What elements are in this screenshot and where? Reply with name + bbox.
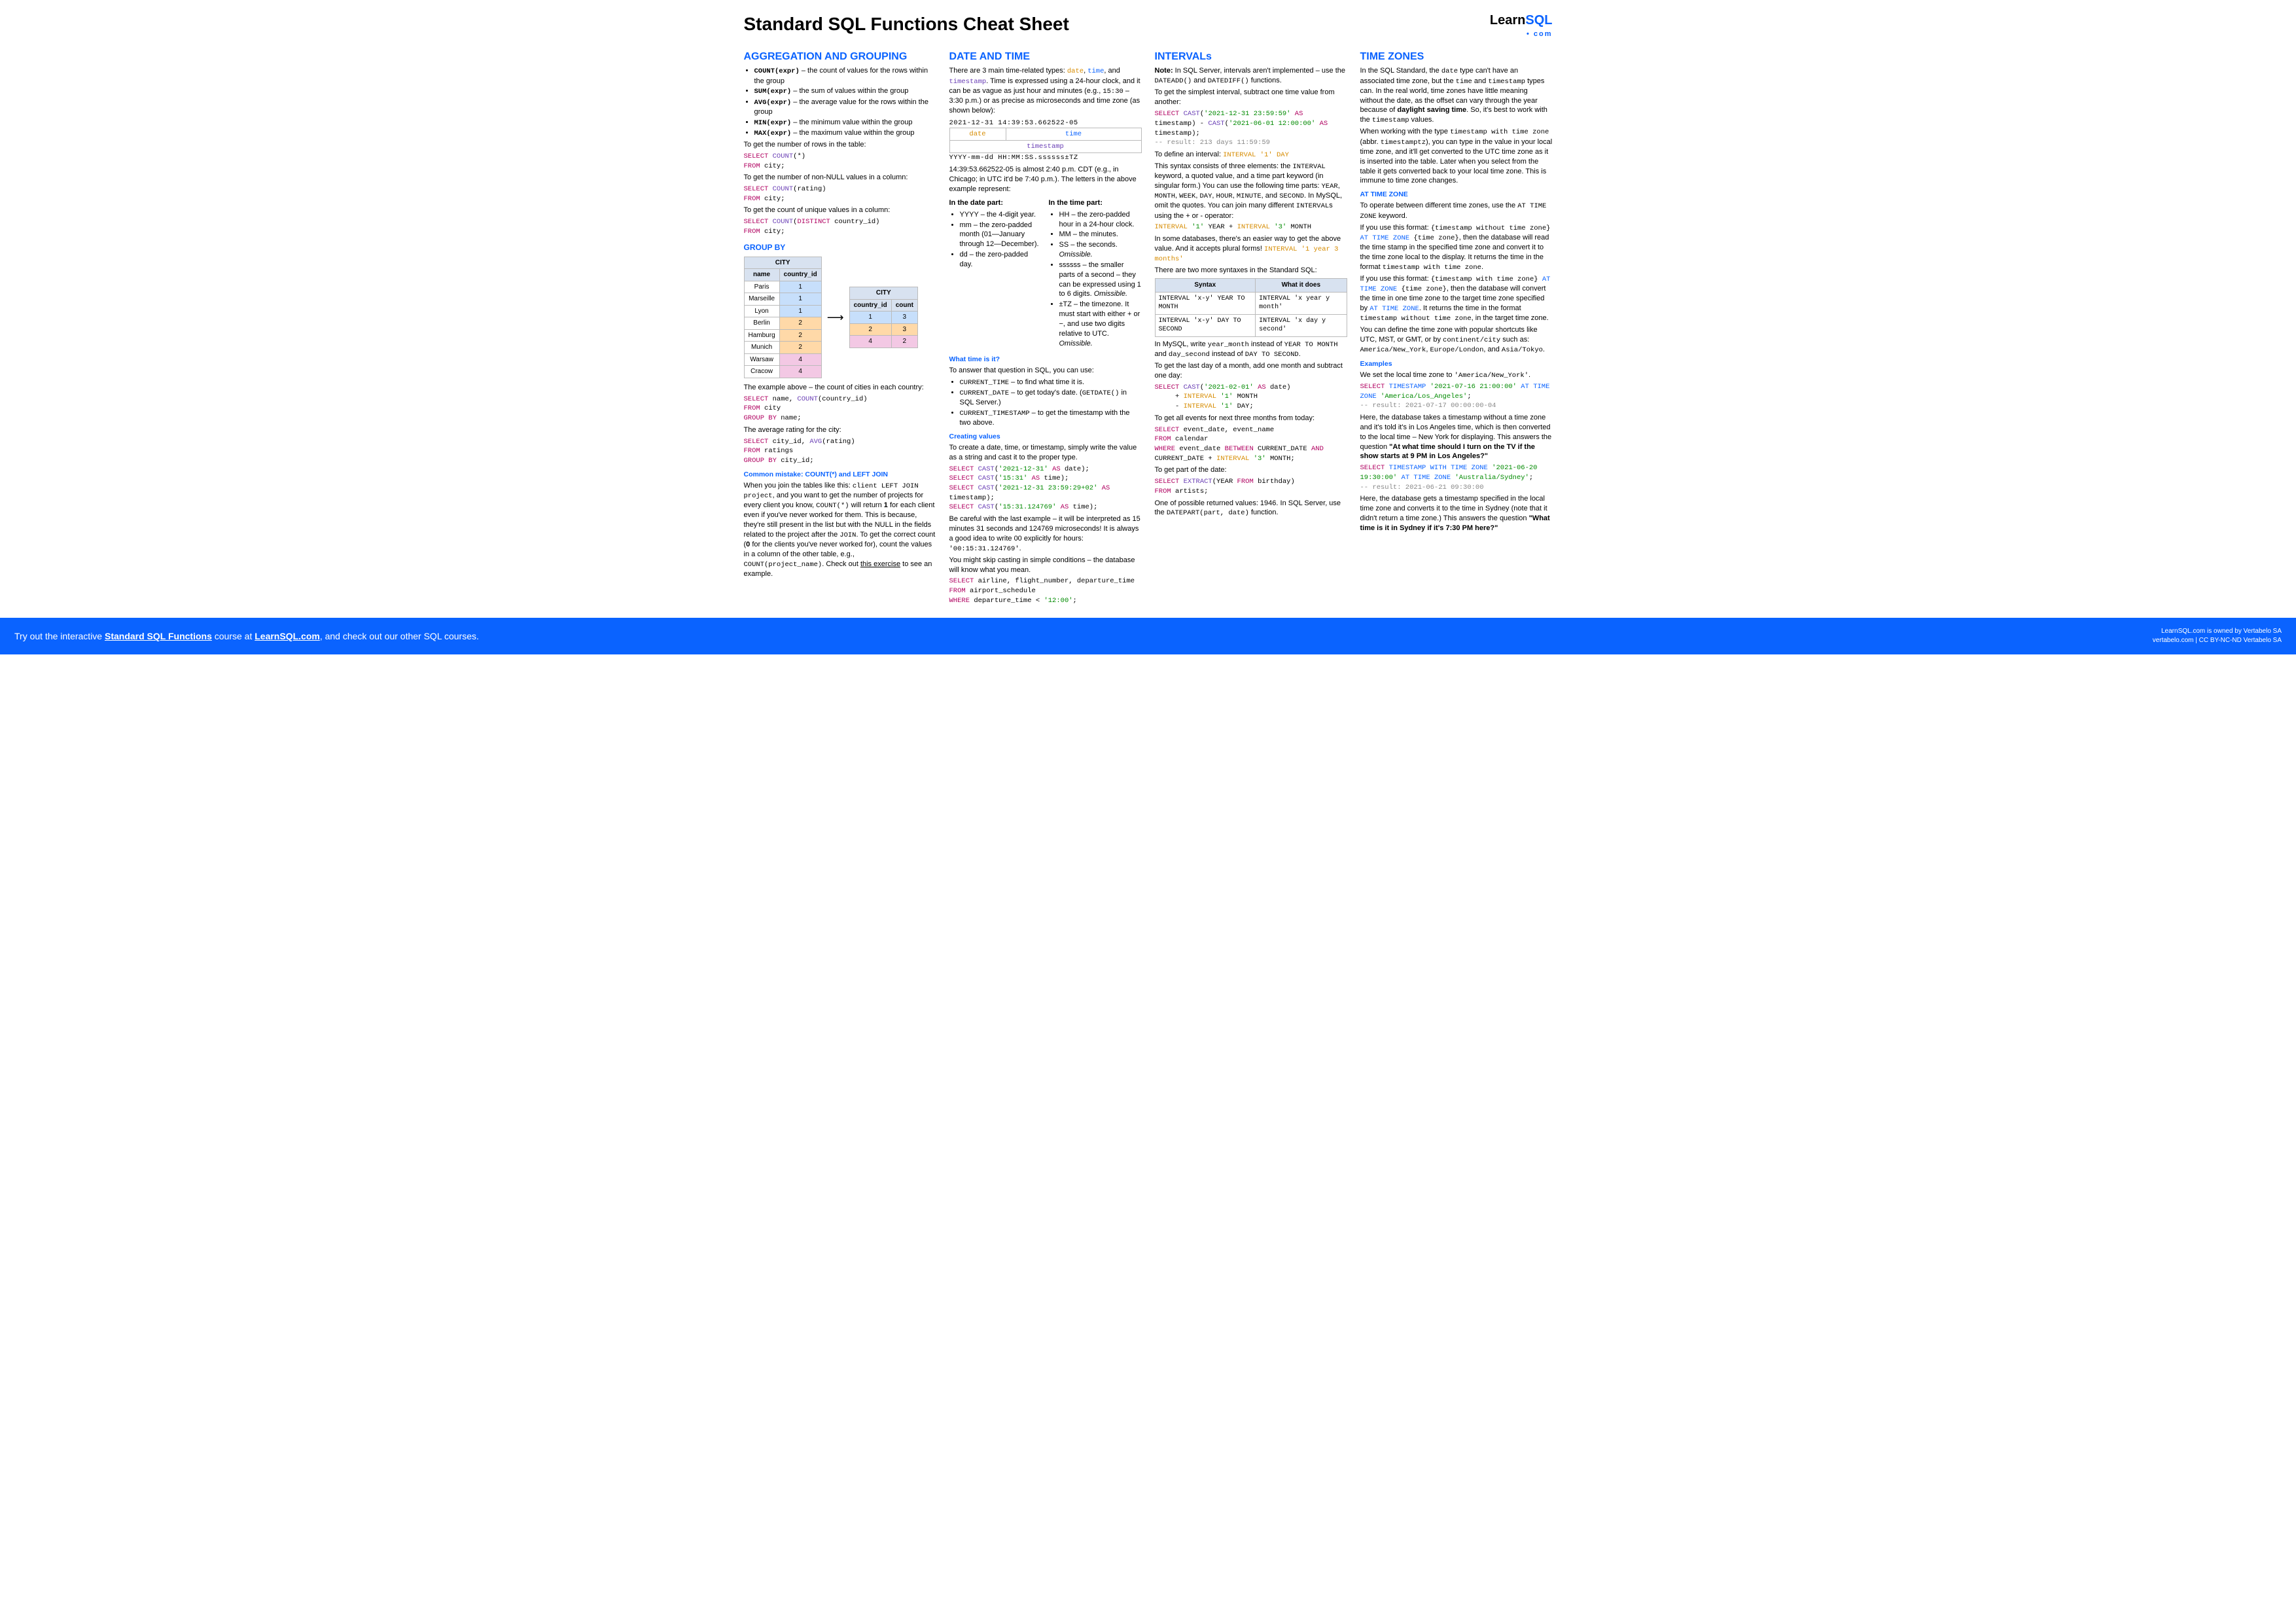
heading-whattime: What time is it? xyxy=(949,355,1142,364)
heading-datepart: In the date part: xyxy=(949,199,1004,207)
code-count-rating: SELECT COUNT(rating) FROM city; xyxy=(744,185,936,204)
code-ex1: SELECT TIMESTAMP '2021-07-16 21:00:00' A… xyxy=(1360,382,1553,411)
code-interval-join: INTERVAL '1' YEAR + INTERVAL '3' MONTH xyxy=(1155,223,1347,232)
code-count-distinct: SELECT COUNT(DISTINCT country_id) FROM c… xyxy=(744,217,936,236)
arrow-icon: ⟶ xyxy=(827,310,844,325)
code-events: SELECT event_date, event_name FROM calen… xyxy=(1155,425,1347,464)
mysql-note: In MySQL, write year_month instead of YE… xyxy=(1155,340,1347,359)
dt-intro: There are 3 main time-related types: dat… xyxy=(949,66,1142,115)
heading-creating: Creating values xyxy=(949,432,1142,441)
col-aggregation: AGGREGATION AND GROUPING COUNT(expr) – t… xyxy=(744,46,936,608)
interval-syntax-desc: This syntax consists of three elements: … xyxy=(1155,162,1347,221)
exercise-link[interactable]: this exercise xyxy=(860,560,900,568)
dt-explain: 14:39:53.662522-05 is almost 2:40 p.m. C… xyxy=(949,165,1142,194)
tz-tstz: When working with the type timestamp wit… xyxy=(1360,127,1553,186)
extract-result: One of possible returned values: 1946. I… xyxy=(1155,499,1347,518)
atz-shortcuts: You can define the time zone with popula… xyxy=(1360,325,1553,355)
tz-intro: In the SQL Standard, the date type can't… xyxy=(1360,66,1553,125)
interval-syntax-table: SyntaxWhat it does INTERVAL 'x-y' YEAR T… xyxy=(1155,278,1347,337)
heading-examples: Examples xyxy=(1360,359,1553,368)
city-grouped-table: CITY country_idcount 13 23 42 xyxy=(849,287,918,348)
footer-cta: Try out the interactive Standard SQL Fun… xyxy=(14,630,479,643)
heading-mistake: Common mistake: COUNT(*) and LEFT JOIN xyxy=(744,470,936,479)
nonnull-label: To get the number of non-NULL values in … xyxy=(744,173,936,183)
page-title: Standard SQL Functions Cheat Sheet xyxy=(744,12,1069,37)
current-list: CURRENT_TIME – to find what time it is. … xyxy=(949,378,1142,428)
interval-plural: In some databases, there's an easier way… xyxy=(1155,234,1347,264)
code-skip-cast: SELECT airline, flight_number, departure… xyxy=(949,577,1142,605)
heading-datetime: DATE AND TIME xyxy=(949,50,1142,64)
heading-groupby: GROUP BY xyxy=(744,242,936,253)
footer-legal: LearnSQL.com is owned by Vertabelo SA ve… xyxy=(2153,627,2282,645)
code-interval-sub: SELECT CAST('2021-12-31 23:59:59' AS tim… xyxy=(1155,109,1347,148)
gb-avg-label: The average rating for the city: xyxy=(744,425,936,435)
code-gb-name: SELECT name, COUNT(country_id) FROM city… xyxy=(744,395,936,423)
col-datetime: DATE AND TIME There are 3 main time-rela… xyxy=(949,46,1142,608)
atz-format1: If you use this format: {timestamp witho… xyxy=(1360,223,1553,272)
time-parts-list: HH – the zero-padded hour in a 24-hour c… xyxy=(1049,210,1142,349)
code-ex2: SELECT TIMESTAMP WITH TIME ZONE '2021-06… xyxy=(1360,463,1553,492)
cast-warning: Be careful with the last example – it wi… xyxy=(949,514,1142,554)
agg-list: COUNT(expr) – the count of values for th… xyxy=(744,66,936,138)
heading-timezones: TIME ZONES xyxy=(1360,50,1553,64)
heading-intervals: INTERVALs xyxy=(1155,50,1347,64)
heading-timepart: In the time part: xyxy=(1049,199,1103,207)
heading-attimezone: AT TIME ZONE xyxy=(1360,190,1553,199)
mistake-text: When you join the tables like this: clie… xyxy=(744,481,936,579)
code-gb-avg: SELECT city_id, AVG(rating) FROM ratings… xyxy=(744,437,936,466)
gb-example-label: The example above – the count of cities … xyxy=(744,383,936,393)
code-extract: SELECT EXTRACT(YEAR FROM birthday) FROM … xyxy=(1155,477,1347,496)
atz-format2: If you use this format: {timestamp with … xyxy=(1360,274,1553,324)
ex-setlocal: We set the local time zone to 'America/N… xyxy=(1360,370,1553,380)
col-timezones: TIME ZONES In the SQL Standard, the date… xyxy=(1360,46,1553,608)
distinct-label: To get the count of unique values in a c… xyxy=(744,205,936,215)
city-table: CITY namecountry_id Paris1 Marseille1 Ly… xyxy=(744,257,822,378)
footer: Try out the interactive Standard SQL Fun… xyxy=(0,618,2296,654)
intervals-note: Note: In SQL Server, intervals aren't im… xyxy=(1155,66,1347,86)
atz-intro: To operate between different time zones,… xyxy=(1360,201,1553,221)
date-parts-list: YYYY – the 4-digit year. mm – the zero-p… xyxy=(949,210,1042,270)
code-cast: SELECT CAST('2021-12-31' AS date); SELEC… xyxy=(949,465,1142,512)
code-lastday: SELECT CAST('2021-02-01' AS date) + INTE… xyxy=(1155,383,1347,412)
ex1-desc: Here, the database takes a timestamp wit… xyxy=(1360,413,1553,461)
code-count-star: SELECT COUNT(*) FROM city; xyxy=(744,152,936,171)
logo: LearnSQL • com xyxy=(1490,12,1553,39)
col-intervals: INTERVALs Note: In SQL Server, intervals… xyxy=(1155,46,1347,608)
course-link[interactable]: Standard SQL Functions xyxy=(105,631,212,641)
header: Standard SQL Functions Cheat Sheet Learn… xyxy=(744,12,1553,39)
site-link[interactable]: LearnSQL.com xyxy=(255,631,320,641)
interval-define: To define an interval: INTERVAL '1' DAY xyxy=(1155,150,1347,160)
rows-label: To get the number of rows in the table: xyxy=(744,140,936,150)
timestamp-diagram: 2021-12-31 14:39:53.662522-05 date time … xyxy=(949,118,1142,163)
heading-aggregation: AGGREGATION AND GROUPING xyxy=(744,50,936,64)
ex2-desc: Here, the database gets a timestamp spec… xyxy=(1360,494,1553,533)
